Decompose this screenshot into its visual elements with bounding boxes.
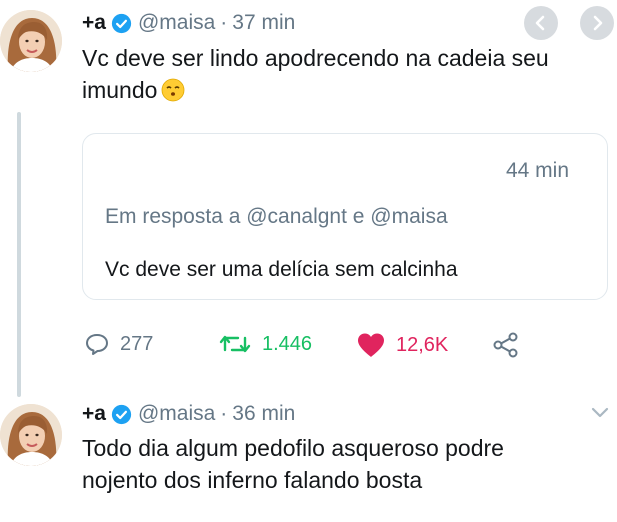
heart-icon [358, 333, 384, 357]
like-button[interactable]: 12,6K [356, 332, 448, 358]
avatar[interactable] [0, 10, 62, 72]
thread-line [17, 112, 21, 397]
reply-icon [86, 334, 108, 355]
handle[interactable]: @maisa [138, 402, 215, 426]
timestamp[interactable]: 36 min [232, 402, 295, 426]
share-icon [493, 332, 518, 358]
tweet-text: Vc deve ser lindo apodrecendo na cadeia … [82, 42, 602, 106]
kissing-face-emoji-icon [162, 78, 185, 102]
reply-count: 277 [120, 332, 154, 355]
quoted-tweet-card[interactable]: 44 min Em resposta a @canalgnt e @maisa … [82, 133, 608, 300]
previous-button[interactable] [524, 6, 558, 40]
tweet-text-content: Todo dia algum pedofilo asqueroso podre … [82, 435, 504, 493]
quoted-tweet-text: Vc deve ser uma delícia sem calcinha [105, 258, 458, 281]
retweet-count: 1.446 [262, 332, 313, 355]
retweet-icon [219, 335, 251, 353]
separator-dot: · [220, 11, 228, 34]
verified-badge-icon [111, 13, 132, 33]
quoted-timestamp: 44 min [505, 159, 569, 182]
separator-dot: · [220, 402, 228, 425]
timestamp[interactable]: 37 min [232, 11, 295, 35]
display-name[interactable]: +a [82, 11, 106, 35]
tweet-header: +a @maisa · 36 min [82, 402, 295, 426]
chevron-left-icon [535, 15, 545, 31]
tweet-actions: 277 1.446 12,6K [84, 332, 534, 362]
share-button[interactable] [492, 332, 530, 358]
tweet-header: +a @maisa · 37 min [82, 11, 295, 35]
chevron-right-icon [593, 15, 603, 31]
chevron-down-icon[interactable] [590, 405, 610, 419]
tweet-text: Todo dia algum pedofilo asqueroso podre … [82, 432, 582, 496]
handle[interactable]: @maisa [138, 11, 215, 35]
next-button[interactable] [580, 6, 614, 40]
reply-context: Em resposta a @canalgnt e @maisa [105, 205, 448, 228]
reply-button[interactable]: 277 [84, 332, 153, 356]
like-count: 12,6K [396, 333, 449, 356]
retweet-button[interactable]: 1.446 [218, 332, 312, 356]
avatar[interactable] [0, 404, 62, 466]
tweet-text-content: Vc deve ser lindo apodrecendo na cadeia … [82, 45, 549, 103]
verified-badge-icon [111, 404, 132, 424]
display-name[interactable]: +a [82, 402, 106, 426]
